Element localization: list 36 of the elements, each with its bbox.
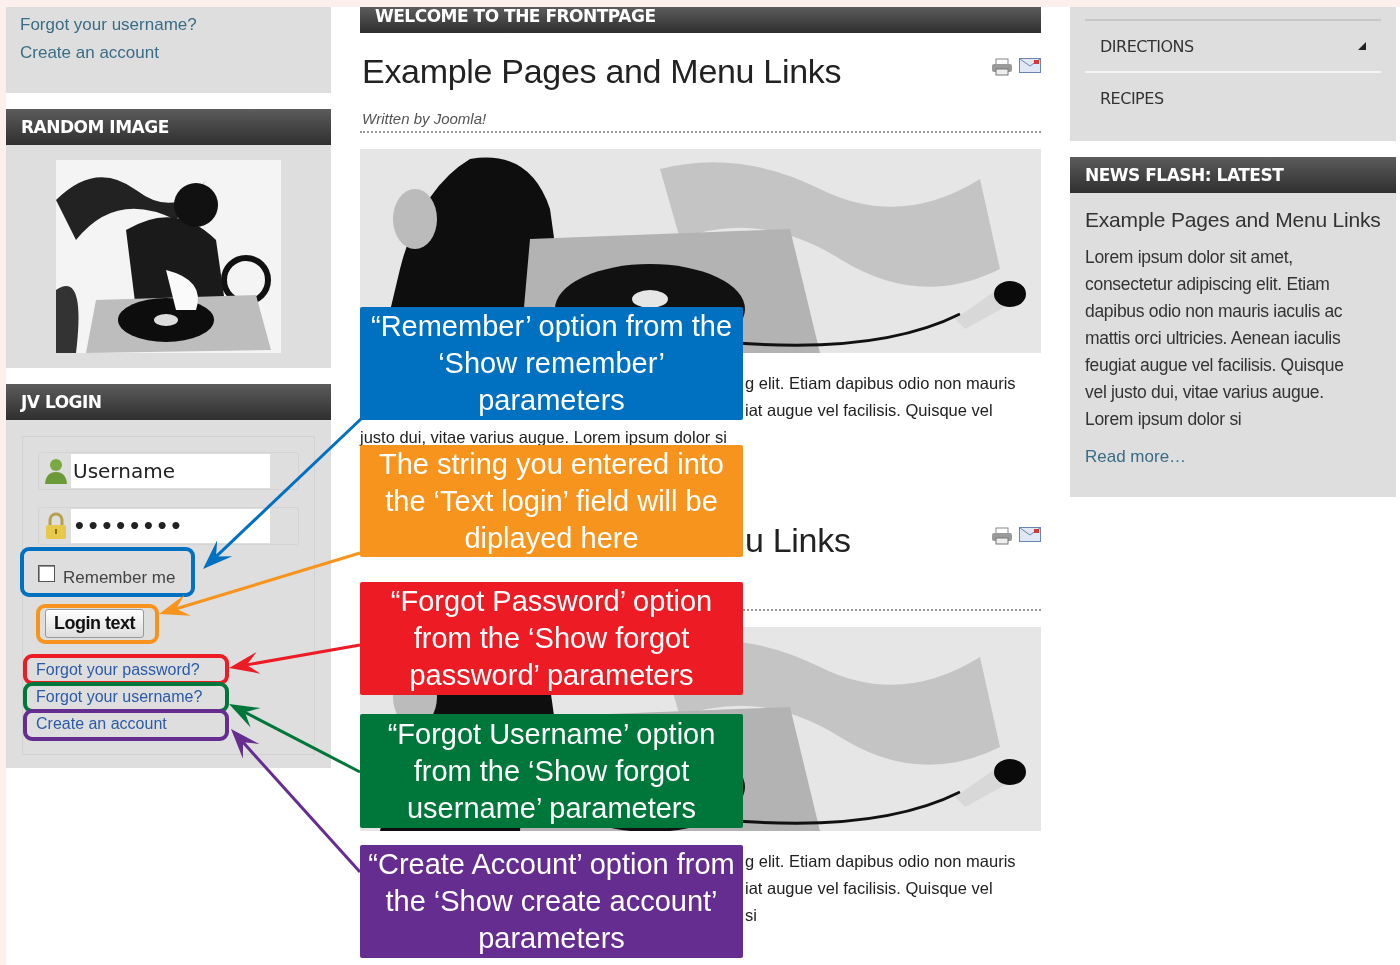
article-text: g elit. Etiam dapibus odio non mauris — [745, 373, 1017, 394]
login-button[interactable]: Login text — [45, 609, 144, 638]
module-header: NEWS FLASH: LATEST — [1070, 157, 1396, 193]
email-icon[interactable] — [1019, 527, 1041, 542]
menu-item[interactable]: DIRECTIONS — [1085, 19, 1381, 71]
print-icon[interactable] — [991, 527, 1013, 545]
email-icon[interactable] — [1019, 58, 1041, 73]
checkbox[interactable] — [38, 565, 55, 582]
checkbox-label: Remember me — [63, 568, 176, 588]
section-header: WELCOME TO THE FRONTPAGE — [360, 7, 1041, 33]
module-header: JV LOGIN — [6, 384, 331, 420]
forgot-link[interactable]: Create an account — [20, 43, 317, 63]
account-link[interactable]: Forgot your password? — [36, 656, 298, 683]
article-title: u Links — [745, 521, 851, 560]
menu-item[interactable]: RECIPES — [1085, 71, 1381, 123]
news-headline: Example Pages and Menu Links — [1085, 208, 1381, 232]
author-line: Written by Joomla! — [362, 110, 487, 127]
callout-note: “Create Account’ option from the ‘Show create account’ parameters — [360, 845, 743, 958]
news-text: Lorem ipsum dolor sit amet, consectetur adipiscing elit. Etiam dapibus odio non mauris iaculis ac mattis orci ultricies. Aenean iaculis feugiat augue vel facilisis. Quisque vel justo dui, vitae varius augue. Lorem ipsum dolor si — [1085, 246, 1345, 431]
callout-note: The string you entered into the ‘Text login’ field will be diplayed here — [360, 445, 743, 557]
print-icon[interactable] — [991, 58, 1013, 76]
callout-note: “Forgot Password’ option from the ‘Show forgot password’ parameters — [360, 582, 743, 695]
callout-note: “Remember’ option from the ‘Show remember’ parameters — [360, 307, 743, 420]
module-header: RANDOM IMAGE — [6, 109, 331, 145]
article-title: Example Pages and Menu Links — [362, 52, 842, 91]
account-link[interactable]: Create an account — [36, 710, 298, 737]
article-text: g elit. Etiam dapibus odio non mauris — [745, 851, 1017, 872]
triangle-icon — [1358, 42, 1366, 50]
callout-note: “Forgot Username’ option from the ‘Show forgot username’ parameters — [360, 714, 743, 828]
read-more-link[interactable]: Read more… — [1085, 447, 1187, 467]
article-text: justo dui, vitae varius augue. Lorem ipsum dolor si — [360, 427, 728, 448]
article-text: si — [745, 905, 758, 926]
article-text: iat augue vel facilisis. Quisque vel — [745, 400, 994, 421]
article-text: iat augue vel facilisis. Quisque vel — [745, 878, 994, 899]
account-link[interactable]: Forgot your username? — [36, 683, 298, 710]
forgot-link[interactable]: Forgot your username? — [20, 15, 317, 35]
